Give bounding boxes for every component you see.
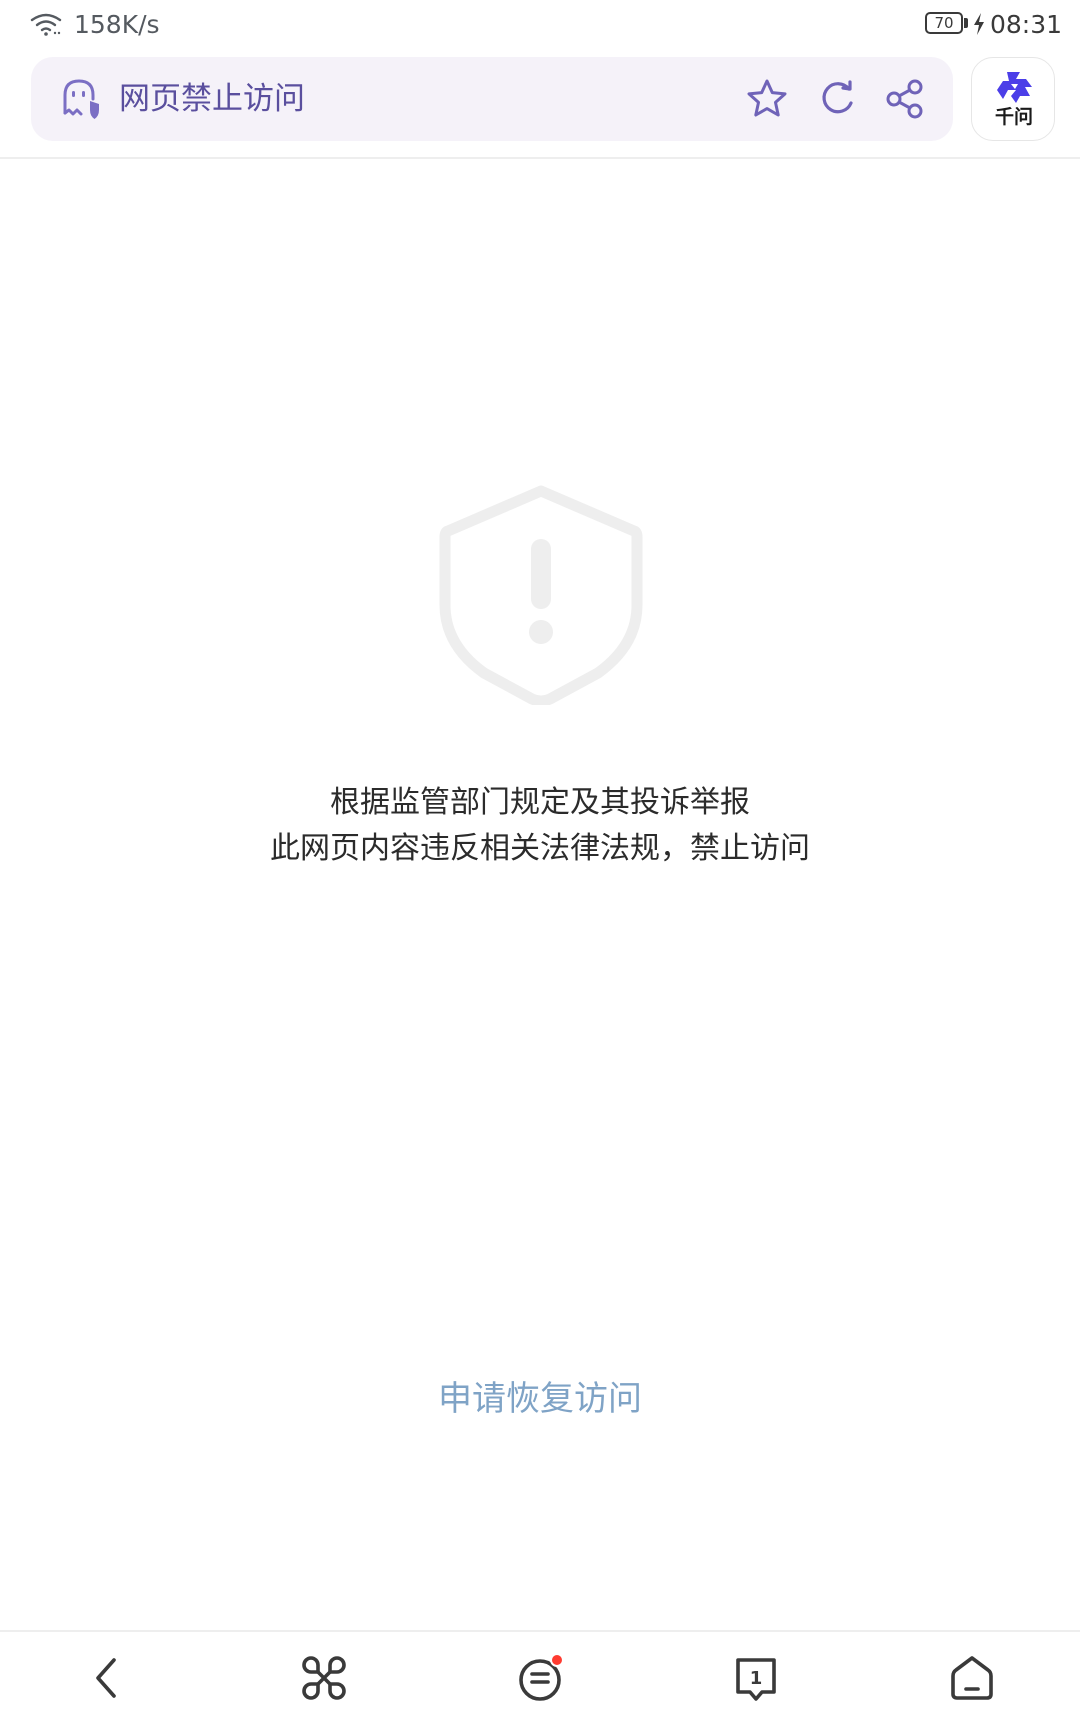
blocked-message: 根据监管部门规定及其投诉举报 此网页内容违反相关法律法规，禁止访问 (0, 780, 1080, 872)
tabs-icon[interactable]: 1 (730, 1652, 782, 1704)
wifi-icon (30, 13, 62, 36)
star-icon[interactable] (743, 75, 791, 123)
request-restore-access-link[interactable]: 申请恢复访问 (0, 1375, 1080, 1423)
address-bar[interactable]: 网页禁止访问 (31, 57, 953, 141)
top-divider (0, 157, 1080, 159)
status-bar: 158K/s 70 08:31 (0, 0, 1080, 52)
qianwen-button[interactable]: 千问 (971, 57, 1055, 141)
share-icon[interactable] (881, 75, 929, 123)
page-title: 网页禁止访问 (119, 81, 305, 117)
refresh-icon[interactable] (813, 75, 861, 123)
home-icon[interactable] (946, 1652, 998, 1704)
network-speed: 158K/s (74, 10, 160, 39)
tab-count: 1 (750, 1668, 763, 1689)
charging-icon (974, 13, 984, 35)
back-icon[interactable] (82, 1652, 134, 1704)
ghost-shield-icon (63, 79, 99, 119)
qianwen-logo-icon (997, 72, 1032, 103)
battery-indicator: 70 (925, 12, 969, 36)
battery-level: 70 (934, 14, 954, 32)
warning-shield-icon (439, 485, 643, 705)
message-line-2: 此网页内容违反相关法律法规，禁止访问 (270, 831, 810, 866)
battery-cap (964, 18, 968, 28)
clock: 08:31 (990, 10, 1063, 39)
bottom-divider (0, 1630, 1080, 1632)
command-menu-icon[interactable] (298, 1652, 350, 1704)
qianwen-label: 千问 (994, 106, 1033, 128)
notification-badge (550, 1653, 564, 1667)
message-line-1: 根据监管部门规定及其投诉举报 (330, 785, 750, 820)
feed-icon[interactable] (514, 1652, 566, 1704)
